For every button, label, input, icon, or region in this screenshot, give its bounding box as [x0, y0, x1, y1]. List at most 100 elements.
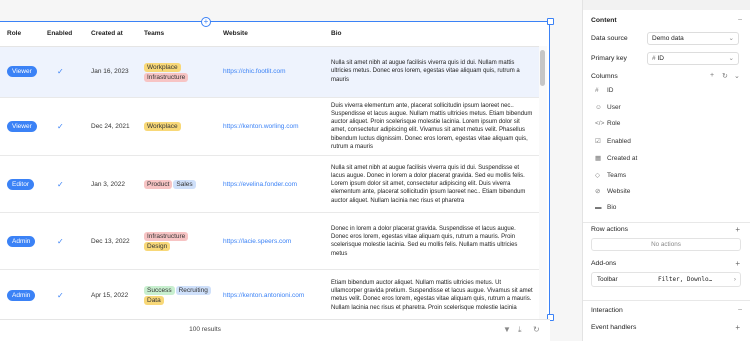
toolbar-value: Filter, Downlo…	[658, 276, 713, 283]
resize-handle-top-right[interactable]	[547, 18, 554, 25]
data-source-label: Data source	[591, 35, 628, 42]
table-row[interactable]: Editor ✓ Jan 3, 2022 Product Sales https://ev…	[0, 155, 540, 214]
chevron-down-icon: ⌄	[728, 55, 734, 62]
column-item-website[interactable]: ⊘ Website	[595, 187, 630, 195]
toolbar-addon-row[interactable]: Toolbar Filter, Downlo… ›	[591, 272, 741, 287]
column-header-role[interactable]: Role	[0, 22, 40, 47]
download-icon[interactable]: ⤓	[518, 325, 522, 335]
primary-key-select[interactable]: # ID ⌄	[647, 52, 739, 65]
table-footer: 100 results ▼ ⤓ ↻	[0, 319, 550, 341]
columns-label: Columns	[591, 73, 618, 80]
refresh-icon[interactable]: ↻	[533, 325, 540, 334]
enabled-cell: ✓	[40, 269, 84, 322]
role-cell: Viewer	[0, 97, 40, 157]
hash-icon: #	[652, 55, 656, 62]
bio-cell: Etiam bibendum auctor aliquet. Nullam ma…	[324, 269, 540, 322]
teams-cell: Product Sales	[137, 155, 216, 214]
bio-cell: Nulla sit amet nibh at augue facilisis v…	[324, 46, 540, 98]
column-item-id[interactable]: # ID	[595, 87, 614, 94]
bio-cell: Nulla sit amet nibh at augue facilisis v…	[324, 155, 540, 214]
check-icon: ✓	[57, 290, 64, 300]
collapse-icon[interactable]: –	[738, 306, 742, 313]
website-link[interactable]: https://chic.footlit.com	[216, 46, 324, 98]
divider	[583, 222, 750, 223]
website-link[interactable]: https://kenton.antonioni.com	[216, 269, 324, 322]
created-at-cell: Dec 24, 2021	[84, 97, 137, 157]
column-type-icon: ▦	[595, 154, 602, 162]
add-event-handler-icon[interactable]: +	[735, 323, 740, 332]
bio-cell: Duis viverra elementum ante, placerat so…	[324, 97, 540, 157]
table-row[interactable]: Admin ✓ Apr 15, 2022 Success Recruiting Data h…	[0, 269, 540, 322]
check-icon: ✓	[57, 179, 64, 189]
bio-text: Donec in lorem a dolor placerat gravida.…	[331, 225, 518, 257]
table-row[interactable]: Admin ✓ Dec 13, 2022 InfrastructureDesign ht…	[0, 212, 540, 271]
event-handlers-label: Event handlers	[591, 324, 637, 331]
column-item-user[interactable]: ☺ User	[595, 104, 621, 111]
role-cell: Viewer	[0, 46, 40, 98]
addons-label: Add-ons	[591, 260, 617, 267]
column-item-enabled[interactable]: ☑ Enabled	[595, 137, 631, 145]
website-link[interactable]: https://kenton.worling.com	[216, 97, 324, 157]
vertical-scrollbar[interactable]	[539, 46, 547, 340]
data-table: Role Enabled Created at Teams Website Bio Vie…	[0, 22, 540, 340]
chevron-right-icon: ›	[733, 276, 736, 283]
role-cell: Admin	[0, 212, 40, 271]
role-badge: Viewer	[7, 120, 37, 132]
table-row[interactable]: Viewer ✓ Jan 16, 2023 WorkplaceInfrastructu…	[0, 46, 540, 98]
check-icon: ✓	[57, 67, 64, 76]
more-icon[interactable]: ⌄	[734, 72, 740, 80]
table-row[interactable]: Viewer ✓ Dec 24, 2021 Workplace https://kent…	[0, 97, 540, 157]
role-cell: Admin	[0, 269, 40, 322]
interaction-section-title: Interaction	[591, 307, 623, 314]
role-badge: Viewer	[7, 66, 37, 77]
column-label: User	[607, 103, 621, 111]
column-item-role[interactable]: </> Role	[595, 120, 620, 127]
team-tag: Workplace	[144, 62, 181, 72]
refresh-columns-icon[interactable]: ↻	[722, 72, 728, 80]
column-type-icon: #	[595, 87, 599, 94]
column-header-bio[interactable]: Bio	[324, 22, 540, 47]
column-header-created-at[interactable]: Created at	[84, 22, 137, 47]
column-type-icon: ◇	[595, 171, 600, 179]
team-tag: Product	[144, 180, 173, 190]
scrollbar-thumb[interactable]	[540, 50, 545, 86]
column-type-icon: </>	[595, 120, 605, 128]
bio-text: Etiam bibendum auctor aliquet. Nullam ma…	[331, 279, 533, 311]
teams-cell: WorkplaceInfrastructure	[137, 46, 216, 98]
divider	[583, 300, 750, 301]
column-item-bio[interactable]: ▬ Bio	[595, 204, 616, 211]
add-row-action-icon[interactable]: +	[735, 225, 740, 234]
data-source-select[interactable]: Demo data ⌄	[647, 32, 739, 45]
chevron-down-icon: ⌄	[728, 35, 734, 42]
bio-cell: Donec in lorem a dolor placerat gravida.…	[324, 212, 540, 271]
website-link[interactable]: https://evelina.fonder.com	[216, 155, 324, 214]
team-tag: Recruiting	[175, 286, 211, 296]
column-item-teams[interactable]: ◇ Teams	[595, 171, 626, 179]
column-type-icon: ⊘	[595, 188, 601, 196]
team-tag: Infrastructure	[144, 72, 189, 82]
collapse-icon[interactable]: –	[738, 16, 742, 23]
column-header-website[interactable]: Website	[216, 22, 324, 47]
filter-icon[interactable]: ▼	[503, 325, 511, 334]
column-label: Enabled	[607, 138, 631, 146]
column-header-enabled[interactable]: Enabled	[40, 22, 84, 47]
column-item-created-at[interactable]: ▦ Created at	[595, 154, 637, 162]
primary-key-label: Primary key	[591, 55, 627, 62]
add-addon-icon[interactable]: +	[735, 259, 740, 268]
column-label: Website	[607, 188, 631, 196]
column-type-icon: ☑	[595, 138, 601, 146]
add-component-icon[interactable]: +	[201, 17, 211, 27]
team-tag: Workplace	[144, 122, 181, 132]
column-label: Created at	[607, 154, 638, 162]
table-component[interactable]: Role Enabled Created at Teams Website Bio Vie…	[0, 21, 550, 341]
role-badge: Admin	[7, 289, 36, 301]
content-section-title: Content	[591, 17, 617, 24]
column-type-icon: ☺	[595, 103, 602, 111]
website-link[interactable]: https://lacie.speers.com	[216, 212, 324, 271]
add-column-icon[interactable]: +	[710, 72, 714, 79]
created-at-cell: Jan 3, 2022	[84, 155, 137, 214]
enabled-cell: ✓	[40, 97, 84, 157]
panel-top-strip	[583, 0, 750, 10]
teams-cell: Workplace	[137, 97, 216, 157]
bio-text: Nulla sit amet nibh at augue facilisis v…	[331, 60, 520, 83]
